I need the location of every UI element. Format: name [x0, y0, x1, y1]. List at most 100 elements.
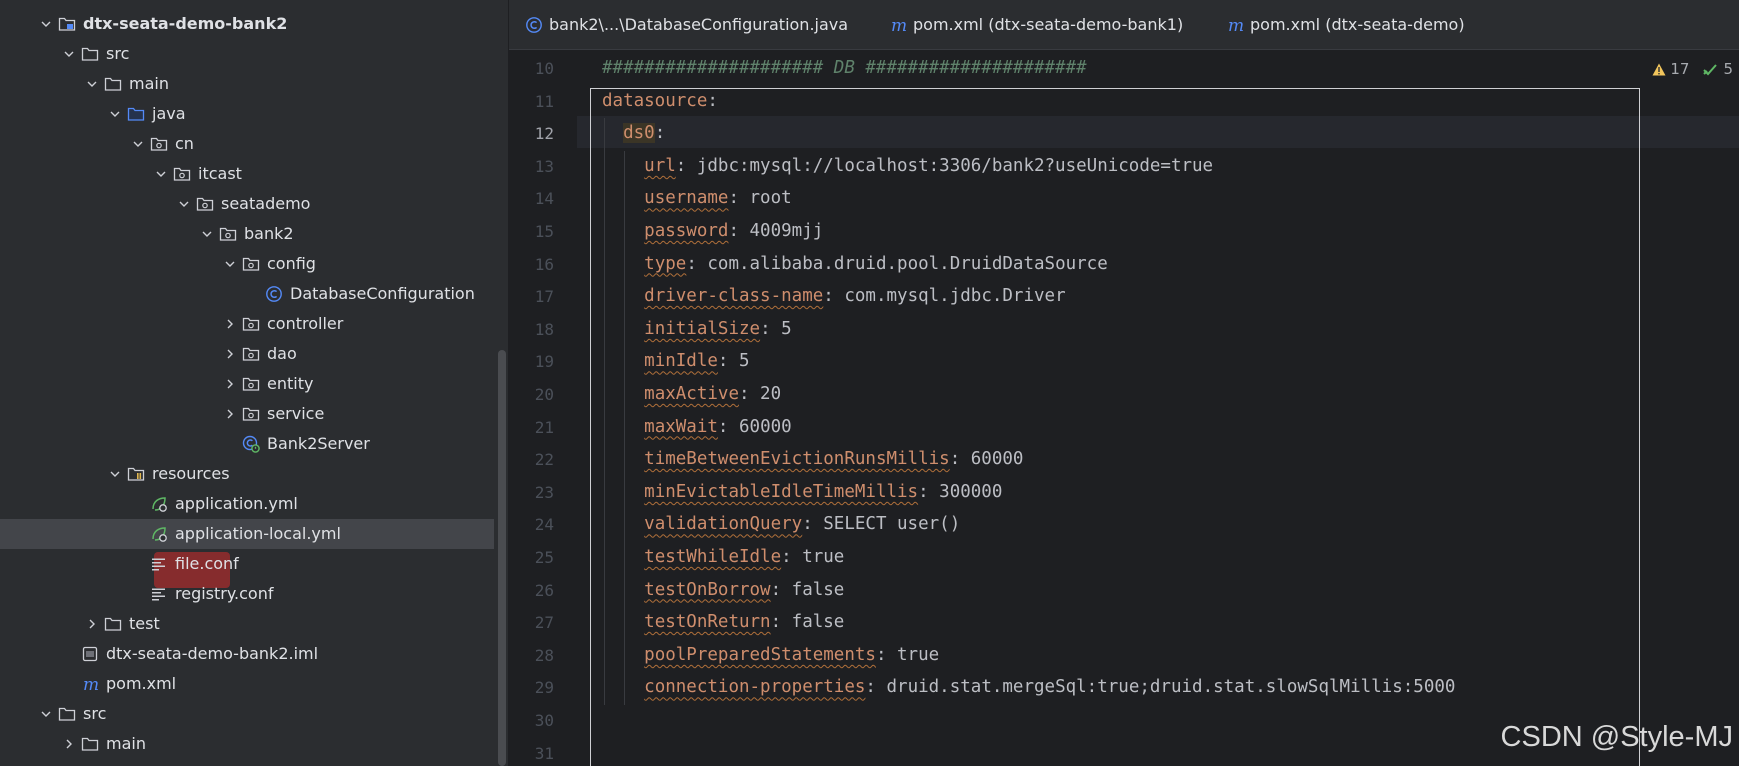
tree-node[interactable]: src	[0, 699, 494, 729]
chevron-right-icon[interactable]	[84, 609, 100, 639]
package-icon	[173, 165, 191, 183]
package-icon	[150, 135, 168, 153]
spring-yaml-icon	[150, 525, 168, 543]
tree-node-label: entity	[267, 374, 314, 393]
ok-indicator[interactable]: 5	[1703, 60, 1733, 78]
line-number: 18	[534, 319, 554, 339]
tree-node[interactable]: cn	[0, 129, 494, 159]
tree-node[interactable]: bank2	[0, 219, 494, 249]
line-number: 14	[534, 189, 554, 209]
tree-node-label: application.yml	[175, 494, 298, 513]
tree-node[interactable]: registry.conf	[0, 579, 494, 609]
tree-node-label: src	[106, 44, 130, 63]
tree-node[interactable]: test	[0, 609, 494, 639]
chevron-down-icon[interactable]	[61, 39, 77, 69]
chevron-down-icon[interactable]	[176, 189, 192, 219]
line-number: 22	[534, 450, 554, 470]
warnings-indicator[interactable]: 17	[1652, 60, 1689, 78]
tree-node[interactable]: config	[0, 249, 494, 279]
tree-node-label: application-local.yml	[175, 524, 341, 543]
tree-node-label: Bank2Server	[267, 434, 370, 453]
chevron-right-icon[interactable]	[222, 369, 238, 399]
tree-node[interactable]: resources	[0, 459, 494, 489]
tree-node[interactable]: application-local.yml	[0, 519, 494, 549]
editor-tab-label: pom.xml (dtx-seata-demo)	[1250, 15, 1465, 34]
tree-node[interactable]: main	[0, 729, 494, 759]
yaml-comment: ##################### DB ###############…	[602, 58, 1087, 78]
chevron-down-icon[interactable]	[107, 99, 123, 129]
editor-tab-label: bank2\...\DatabaseConfiguration.java	[549, 15, 849, 34]
module-folder-icon	[58, 15, 76, 33]
code-line[interactable]: ##################### DB ###############…	[602, 58, 1087, 78]
chevron-down-icon[interactable]	[130, 129, 146, 159]
spring-yaml-icon	[150, 495, 168, 513]
folder-icon	[81, 45, 99, 63]
tree-node[interactable]: seatademo	[0, 189, 494, 219]
line-number: 13	[534, 156, 554, 176]
package-icon	[196, 195, 214, 213]
chevron-down-icon[interactable]	[38, 699, 54, 729]
svg-text:m: m	[83, 675, 99, 693]
package-icon	[242, 405, 260, 423]
tree-scrollbar[interactable]	[498, 350, 506, 766]
tree-node[interactable]: application.yml	[0, 489, 494, 519]
tree-node[interactable]: DatabaseConfiguration	[0, 279, 494, 309]
tree-node-label: file.conf	[175, 554, 239, 573]
editor-tab[interactable]: m pom.xml (dtx-seata-demo)	[1226, 0, 1465, 50]
package-icon	[242, 315, 260, 333]
java-class-icon	[265, 285, 283, 303]
tree-node[interactable]: controller	[0, 309, 494, 339]
tree-node-label: registry.conf	[175, 584, 274, 603]
tree-node[interactable]: Bank2Server	[0, 429, 494, 459]
tree-node[interactable]: service	[0, 399, 494, 429]
tree-node[interactable]: dtx-seata-demo-bank2	[0, 9, 494, 39]
source-root-folder-icon	[127, 105, 145, 123]
iml-file-icon	[81, 645, 99, 663]
chevron-down-icon[interactable]	[38, 9, 54, 39]
line-number: 23	[534, 482, 554, 502]
editor-tab[interactable]: bank2\...\DatabaseConfiguration.java	[525, 0, 848, 50]
chevron-down-icon[interactable]	[222, 249, 238, 279]
tree-node[interactable]: java	[0, 99, 494, 129]
line-number: 10	[534, 59, 554, 78]
tree-node-label: src	[83, 704, 107, 723]
inspection-widget[interactable]: 17 5	[1652, 57, 1733, 81]
tree-node[interactable]: file.conf	[0, 549, 494, 579]
chevron-right-icon[interactable]	[222, 399, 238, 429]
line-number: 11	[534, 91, 554, 111]
tree-node[interactable]: itcast	[0, 159, 494, 189]
tree-node[interactable]: main	[0, 69, 494, 99]
editor-tab[interactable]: m pom.xml (dtx-seata-demo-bank1)	[889, 0, 1183, 50]
chevron-down-icon[interactable]	[199, 219, 215, 249]
chevron-down-icon[interactable]	[153, 159, 169, 189]
tree-node-label: dao	[267, 344, 297, 363]
tree-node-label: resources	[152, 464, 230, 483]
spring-boot-class-icon	[242, 435, 260, 453]
tree-node[interactable]: src	[0, 39, 494, 69]
tree-node-label: service	[267, 404, 325, 423]
chevron-down-icon[interactable]	[84, 69, 100, 99]
line-number: 16	[534, 254, 554, 274]
chevron-down-icon[interactable]	[107, 459, 123, 489]
tree-node[interactable]: entity	[0, 369, 494, 399]
line-number: 28	[534, 645, 554, 665]
selection-frame	[590, 88, 1640, 766]
indent-guide	[624, 150, 625, 705]
indent-guide	[604, 118, 605, 705]
code-editor[interactable]: 10 11 12 13 14 15 16 17 18 19 20 21 22 23 24 25 26 27 28 29…	[509, 51, 1739, 766]
line-number: 20	[534, 385, 554, 404]
tree-node-label: test	[129, 614, 160, 633]
line-number-gutter: 10 11 12 13 14 15 16 17 18 19 20 21 22 23 24 25 26 27 28 29…	[509, 51, 577, 766]
chevron-right-icon[interactable]	[61, 729, 77, 759]
folder-icon	[81, 735, 99, 753]
tree-node-label: main	[129, 74, 169, 93]
chevron-right-icon[interactable]	[222, 339, 238, 369]
tree-node[interactable]: m pom.xml	[0, 669, 494, 699]
svg-text:m: m	[1228, 16, 1244, 34]
chevron-right-icon[interactable]	[222, 309, 238, 339]
line-number: 30	[534, 711, 554, 730]
tree-node[interactable]: dtx-seata-demo-bank2.iml	[0, 639, 494, 669]
editor-tab-bar: bank2\...\DatabaseConfiguration.java m pom…	[509, 0, 1739, 50]
folder-icon	[58, 705, 76, 723]
tree-node[interactable]: dao	[0, 339, 494, 369]
